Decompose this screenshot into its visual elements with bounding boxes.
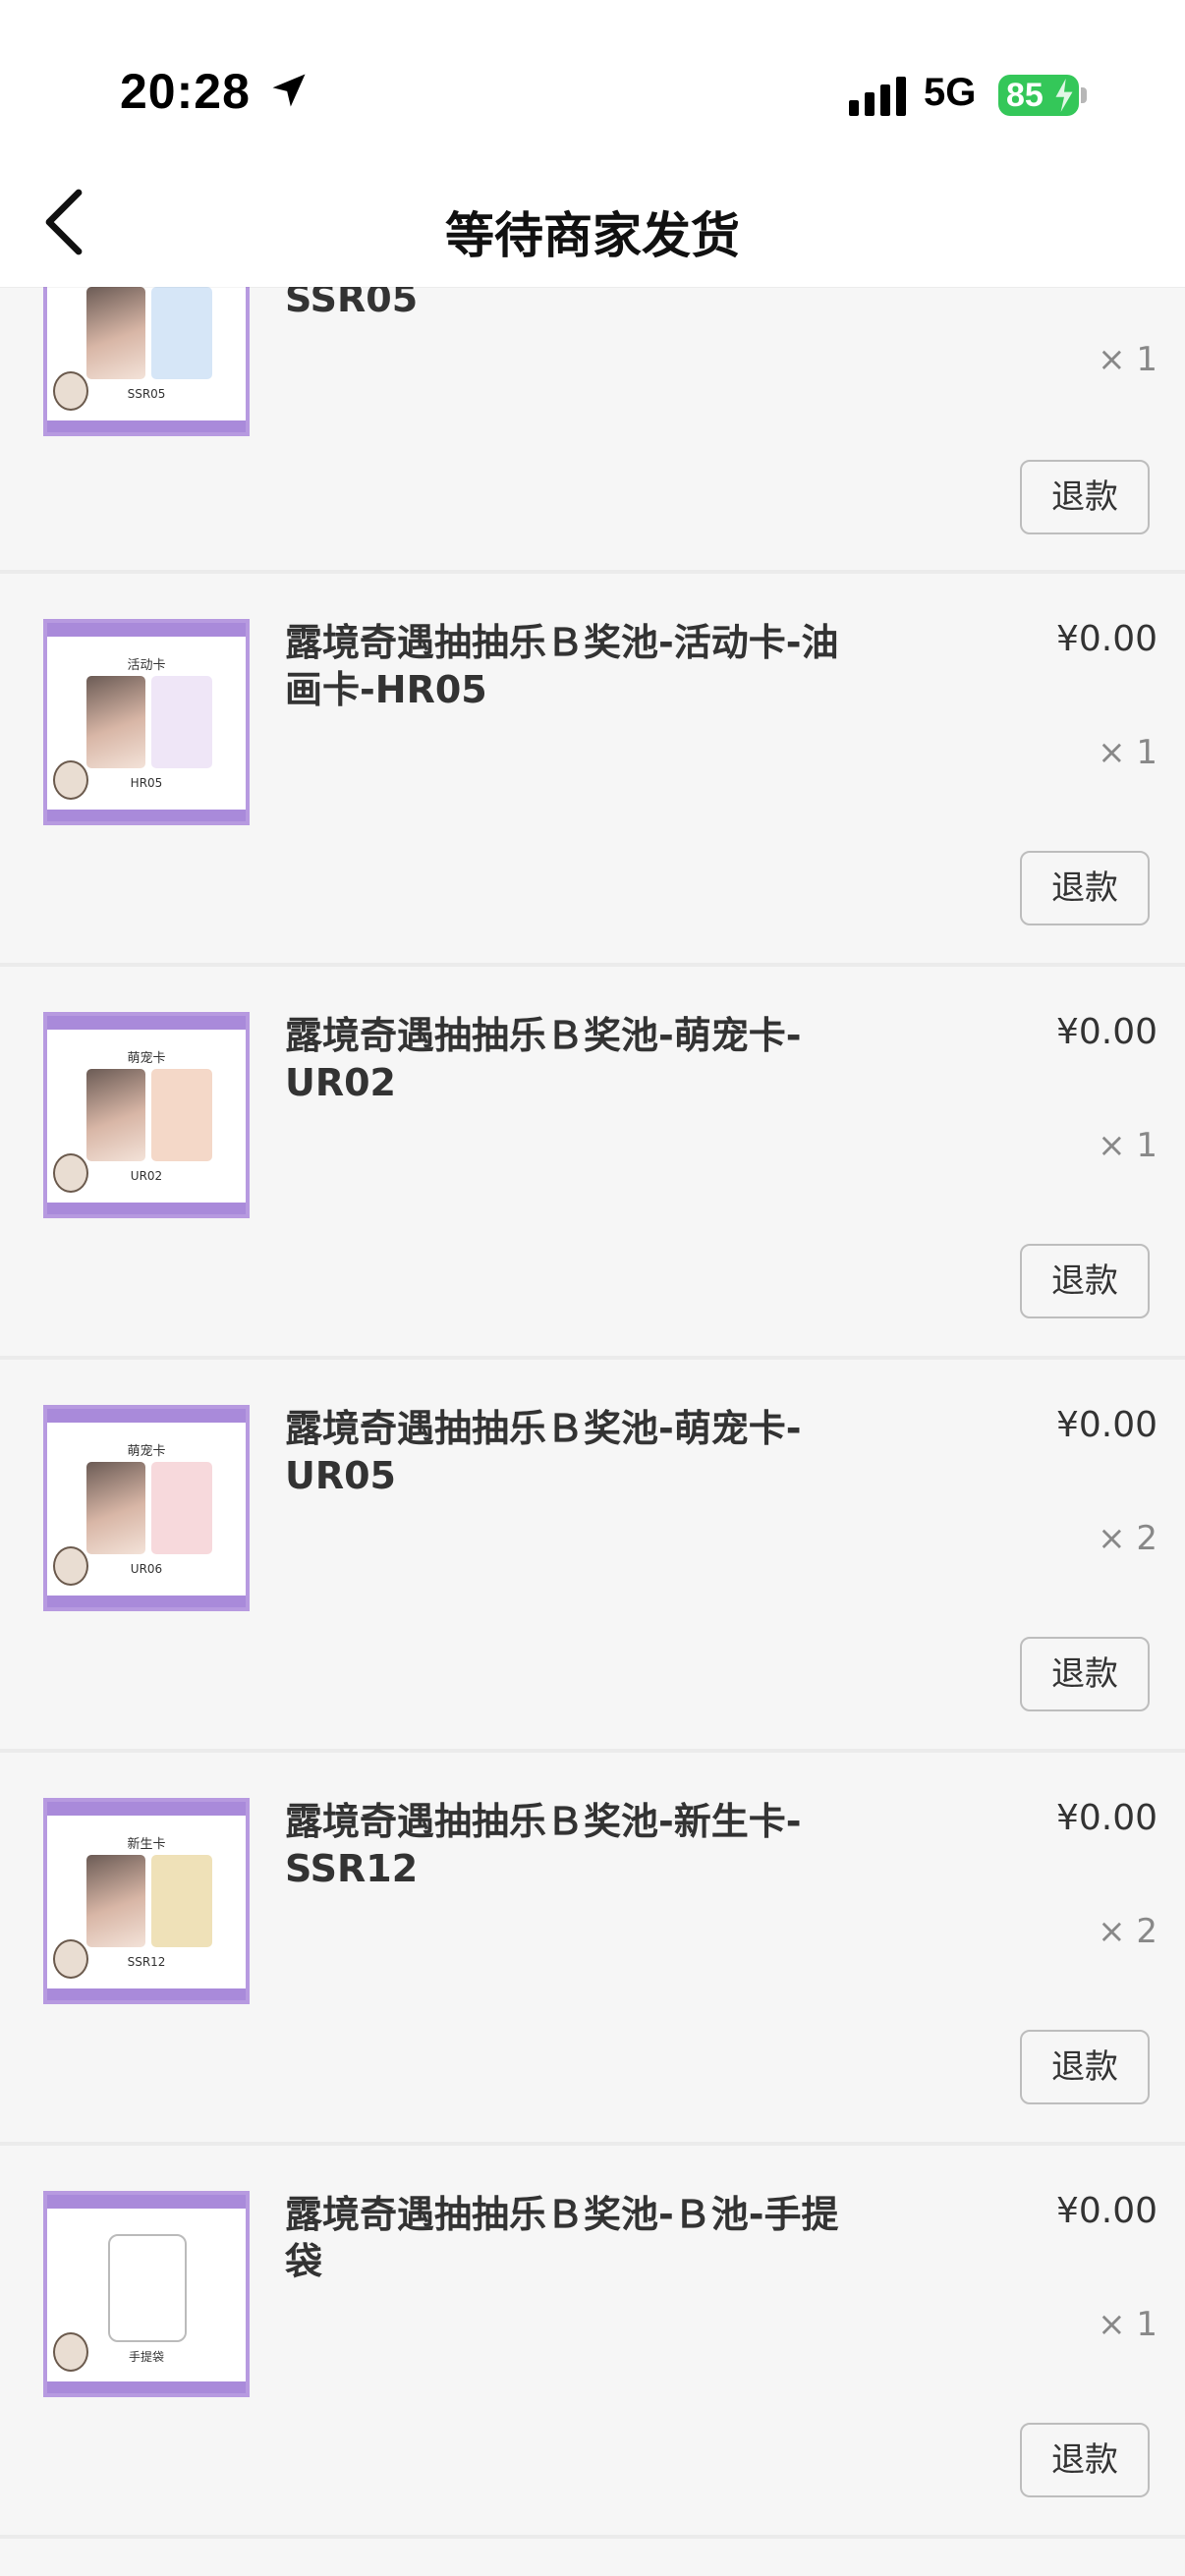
thumbnail-caption: 手提袋 (128, 2350, 164, 2364)
product-title: 露境奇遇抽抽乐Ｂ奖池-活动卡-油画卡-HR05 (285, 621, 839, 711)
thumbnail-border (47, 1409, 246, 1423)
thumbnail-border (47, 810, 246, 821)
thumbnail-card (151, 1855, 212, 1947)
status-bar: 20:28 5G 85 (0, 0, 1185, 157)
thumbnail-border (47, 1596, 246, 1607)
thumbnail-caption: SSR12 (127, 1955, 166, 1969)
battery-tip (1081, 87, 1087, 103)
refund-button[interactable]: 退款 (1020, 1244, 1150, 1318)
thumbnail-label: 活动卡 (127, 658, 166, 673)
list-item[interactable]: 萌宠卡 UR06 露境奇遇抽抽乐Ｂ奖池-萌宠卡-UR05 ¥0.00 × 2 退… (0, 1360, 1185, 1749)
price: ¥0.00 (1055, 1012, 1157, 1052)
network-type: 5G (924, 71, 977, 114)
thumbnail-border (47, 1802, 246, 1816)
thumbnail-label: 新生卡 (127, 1837, 166, 1852)
list-item[interactable]: 活动卡 HR05 露境奇遇抽抽乐Ｂ奖池-活动卡-油画卡-HR05 ¥0.00 ×… (0, 574, 1185, 963)
thumbnail-photo (86, 1855, 145, 1947)
thumbnail-tote-bag (108, 2234, 187, 2342)
price: ¥0.00 (1055, 619, 1157, 659)
thumbnail-border (47, 2195, 246, 2209)
thumbnail-photo (86, 1462, 145, 1554)
thumbnail-border (47, 420, 246, 432)
product-thumbnail[interactable]: 手提袋 (43, 2191, 250, 2397)
quantity: × 1 (1098, 340, 1157, 379)
thumbnail-card (151, 1462, 212, 1554)
thumbnail-label: 萌宠卡 (127, 1051, 166, 1066)
thumbnail-card (151, 1069, 212, 1161)
thumbnail-label: 萌宠卡 (127, 1444, 166, 1459)
refund-button[interactable]: 退款 (1020, 2030, 1150, 2104)
thumbnail-photo (86, 287, 145, 379)
quantity: × 1 (1098, 733, 1157, 772)
thumbnail-card (151, 676, 212, 768)
product-thumbnail[interactable]: 萌宠卡 UR06 (43, 1405, 250, 1611)
quantity: × 2 (1098, 1912, 1157, 1951)
thumbnail-caption: UR06 (130, 1562, 163, 1576)
thumbnail-photo (86, 1069, 145, 1161)
quantity: × 1 (1098, 1126, 1157, 1165)
quantity: × 2 (1098, 1519, 1157, 1558)
thumbnail-border (47, 1016, 246, 1030)
product-title: 露境奇遇抽抽乐Ｂ奖池-Ｂ池-手提袋 (285, 2193, 839, 2283)
product-title: 露境奇遇抽抽乐Ｂ奖池-萌宠卡-UR05 (285, 1407, 802, 1497)
thumbnail-border (47, 2381, 246, 2393)
thumbnail-border (47, 1203, 246, 1214)
refund-button[interactable]: 退款 (1020, 851, 1150, 925)
thumbnail-border (47, 623, 246, 637)
list-item[interactable]: 新生卡 SSR12 露境奇遇抽抽乐Ｂ奖池-新生卡-SSR12 ¥0.00 × 2… (0, 1753, 1185, 2142)
thumbnail-caption: SSR05 (127, 387, 166, 401)
price: ¥0.00 (1055, 1798, 1157, 1838)
refund-button[interactable]: 退款 (1020, 1637, 1150, 1711)
navigation-bar: 等待商家发货 (0, 157, 1185, 287)
thumbnail-caption: HR05 (130, 776, 163, 790)
refund-button[interactable]: 退款 (1020, 2423, 1150, 2497)
thumbnail-photo (86, 676, 145, 768)
price: ¥0.00 (1055, 1405, 1157, 1445)
quantity: × 1 (1098, 2305, 1157, 2344)
product-thumbnail[interactable]: 新生卡 SSR12 (43, 1798, 250, 2004)
list-item[interactable]: 手提袋 露境奇遇抽抽乐Ｂ奖池-Ｂ池-手提袋 ¥0.00 × 1 退款 (0, 2146, 1185, 2535)
thumbnail-border (47, 1988, 246, 2000)
price: ¥0.00 (1055, 2191, 1157, 2231)
product-title: 露境奇遇抽抽乐Ｂ奖池-新生卡-SSR12 (285, 1800, 802, 1890)
page-title: 等待商家发货 (445, 207, 740, 264)
thumbnail-card (151, 287, 212, 379)
location-arrow-icon (272, 74, 306, 107)
product-thumbnail[interactable]: 活动卡 HR05 (43, 619, 250, 825)
status-time: 20:28 (120, 64, 251, 119)
signal-strength-icon (849, 77, 906, 116)
refund-button[interactable]: 退款 (1020, 460, 1150, 534)
thumbnail-caption: UR02 (130, 1169, 163, 1183)
product-title: 露境奇遇抽抽乐Ｂ奖池-萌宠卡-UR02 (285, 1014, 802, 1104)
list-item[interactable]: 萌宠卡 UR02 露境奇遇抽抽乐Ｂ奖池-萌宠卡-UR02 ¥0.00 × 1 退… (0, 967, 1185, 1356)
battery-level: 85 (1006, 77, 1044, 114)
divider (0, 2535, 1185, 2539)
battery-icon: 85 (998, 75, 1079, 116)
charging-bolt-icon (1055, 79, 1073, 112)
product-thumbnail[interactable]: 萌宠卡 UR02 (43, 1012, 250, 1218)
